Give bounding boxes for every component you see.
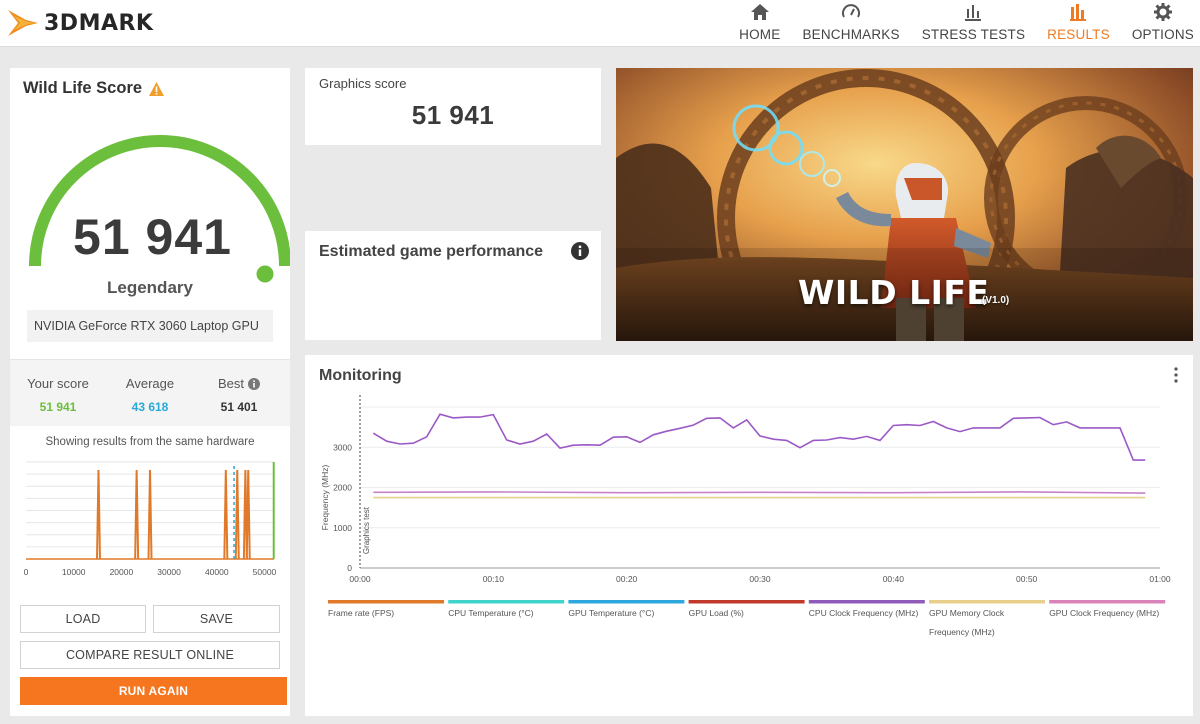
nav-options[interactable]: OPTIONS bbox=[1132, 0, 1194, 47]
legend-label[interactable]: GPU Load (%) bbox=[689, 608, 744, 618]
legend-swatch bbox=[808, 600, 925, 604]
gear-icon bbox=[1153, 3, 1172, 21]
average-value: 43 618 bbox=[131, 400, 169, 414]
banner-version: (V1.0) bbox=[982, 295, 1010, 306]
run-again-button[interactable]: RUN AGAIN bbox=[20, 677, 287, 705]
top-bar: 3DMARK HOME BENCHMARKS STRESS TESTS RESULTS… bbox=[0, 0, 1200, 47]
score-title-text: Wild Life Score bbox=[23, 79, 143, 97]
graphics-score-value: 51 941 bbox=[411, 100, 495, 130]
hist-spike bbox=[245, 469, 251, 560]
home-icon bbox=[750, 4, 769, 20]
average-label: Average bbox=[125, 376, 175, 391]
hist-x-tick: 20000 bbox=[110, 567, 134, 577]
estimated-game-performance-title: Estimated game performance bbox=[319, 243, 544, 260]
legend-label[interactable]: Frame rate (FPS) bbox=[328, 608, 394, 618]
graphics-score-label: Graphics score bbox=[319, 76, 407, 91]
legend-label[interactable]: GPU Temperature (°C) bbox=[568, 608, 654, 618]
benchmark-banner: WILD LIFE (V1.0) bbox=[616, 68, 1193, 341]
score-distribution-histogram: 0 10000 20000 30000 40000 50000 bbox=[24, 461, 277, 577]
bar-chart-icon bbox=[1070, 4, 1087, 21]
series-gpu-clock-frequency-mhz bbox=[373, 491, 1146, 494]
mon-x-tick: 00:00 bbox=[349, 574, 371, 584]
monitoring-title: Monitoring bbox=[319, 367, 402, 384]
banner-title: WILD LIFE bbox=[798, 273, 990, 312]
nav-home[interactable]: HOME bbox=[739, 0, 780, 47]
gpu-name: NVIDIA GeForce RTX 3060 Laptop GPU bbox=[27, 310, 273, 342]
3dmark-flame-logo-icon bbox=[8, 10, 38, 36]
info-icon[interactable] bbox=[248, 377, 260, 390]
hist-spike bbox=[234, 469, 240, 560]
average-stat: Average 43 618 bbox=[105, 376, 195, 414]
gauge-icon bbox=[842, 4, 861, 18]
legend-label[interactable]: GPU Memory Clock Frequency (MHz) bbox=[929, 608, 1005, 637]
load-button[interactable]: LOAD bbox=[20, 605, 146, 633]
mon-x-tick: 00:40 bbox=[883, 574, 905, 584]
legend-swatch bbox=[1049, 600, 1166, 604]
nav-results[interactable]: RESULTS bbox=[1047, 0, 1110, 47]
hist-x-tick: 40000 bbox=[205, 567, 229, 577]
score-title: Wild Life Score bbox=[23, 79, 165, 98]
more-options-icon[interactable] bbox=[1173, 367, 1179, 383]
best-label: Best bbox=[194, 376, 284, 391]
app-name: 3DMARK bbox=[44, 10, 154, 36]
mon-y-tick: 2000 bbox=[333, 483, 352, 493]
your-score-value: 51 941 bbox=[39, 400, 77, 414]
estimated-game-performance-card: Estimated game performance bbox=[305, 231, 601, 340]
best-label-text: Best bbox=[217, 376, 244, 391]
score-panel: Wild Life Score 51 941 Legendary NVIDIA … bbox=[10, 68, 290, 716]
legend-swatch bbox=[568, 600, 685, 604]
mon-y-tick: 3000 bbox=[333, 442, 352, 452]
mon-x-tick: 00:20 bbox=[616, 574, 638, 584]
nav-label: HOME bbox=[739, 27, 781, 42]
score-tier: Legendary bbox=[107, 278, 193, 297]
mon-x-tick: 00:10 bbox=[483, 574, 505, 584]
nav-label: RESULTS bbox=[1047, 27, 1110, 42]
graphics-score-card: Graphics score 51 941 bbox=[305, 68, 601, 145]
info-icon[interactable] bbox=[571, 242, 589, 260]
hist-spike bbox=[223, 469, 229, 560]
mon-x-tick: 00:50 bbox=[1016, 574, 1038, 584]
same-hardware-note: Showing results from the same hardware bbox=[45, 436, 255, 448]
hist-spike bbox=[147, 469, 153, 560]
stress-chart-icon bbox=[965, 5, 982, 21]
hist-x-tick: 10000 bbox=[62, 567, 86, 577]
mon-y-tick: 0 bbox=[347, 563, 352, 573]
app-logo[interactable]: 3DMARK bbox=[6, 6, 153, 40]
mon-y-tick: 1000 bbox=[333, 523, 352, 533]
hist-spike bbox=[134, 469, 140, 560]
hist-x-tick: 30000 bbox=[157, 567, 181, 577]
best-value: 51 401 bbox=[220, 400, 258, 414]
hist-x-tick: 0 bbox=[24, 567, 29, 577]
best-stat: Best 51 401 bbox=[194, 376, 284, 414]
legend-label[interactable]: GPU Clock Frequency (MHz) bbox=[1049, 608, 1159, 618]
your-score-label: Your score bbox=[27, 376, 89, 391]
legend-swatch bbox=[688, 600, 805, 604]
legend-swatch bbox=[929, 600, 1045, 604]
save-button[interactable]: SAVE bbox=[153, 605, 280, 633]
nav-label: OPTIONS bbox=[1131, 27, 1194, 42]
nav-benchmarks[interactable]: BENCHMARKS bbox=[802, 0, 900, 47]
hist-x-tick: 50000 bbox=[253, 567, 277, 577]
legend-label[interactable]: CPU Temperature (°C) bbox=[448, 608, 534, 618]
nav-stress-tests[interactable]: STRESS TESTS bbox=[922, 0, 1025, 47]
mon-y-label: Frequency (MHz) bbox=[320, 465, 330, 531]
mon-x-tick: 01:00 bbox=[1149, 574, 1171, 584]
main-nav: HOME BENCHMARKS STRESS TESTS RESULTS OPTIONS bbox=[717, 0, 1194, 47]
monitoring-panel: Monitoring 0 1000 2000 3000 Graphics test Fre… bbox=[305, 355, 1193, 716]
hist-spike bbox=[95, 469, 101, 560]
mon-x-tick: 00:30 bbox=[749, 574, 771, 584]
graphics-test-label: Graphics test bbox=[362, 506, 371, 554]
nav-label: BENCHMARKS bbox=[802, 27, 900, 42]
series-cpu-clock-frequency-mhz bbox=[372, 413, 1146, 461]
compare-result-online-button[interactable]: COMPARE RESULT ONLINE bbox=[20, 641, 280, 669]
overall-score: 51 941 bbox=[73, 209, 232, 265]
nav-label: STRESS TESTS bbox=[921, 27, 1026, 42]
warning-icon[interactable] bbox=[148, 81, 165, 97]
score-comparison: Your score 51 941 Average 43 618 Best 51… bbox=[10, 359, 290, 426]
legend-swatch bbox=[328, 600, 444, 604]
legend-swatch bbox=[448, 600, 565, 604]
your-score-stat: Your score 51 941 bbox=[13, 376, 103, 414]
legend-label[interactable]: CPU Clock Frequency (MHz) bbox=[809, 608, 919, 618]
monitoring-chart: 0 1000 2000 3000 Graphics test Frequency (MHz… bbox=[320, 395, 1171, 637]
